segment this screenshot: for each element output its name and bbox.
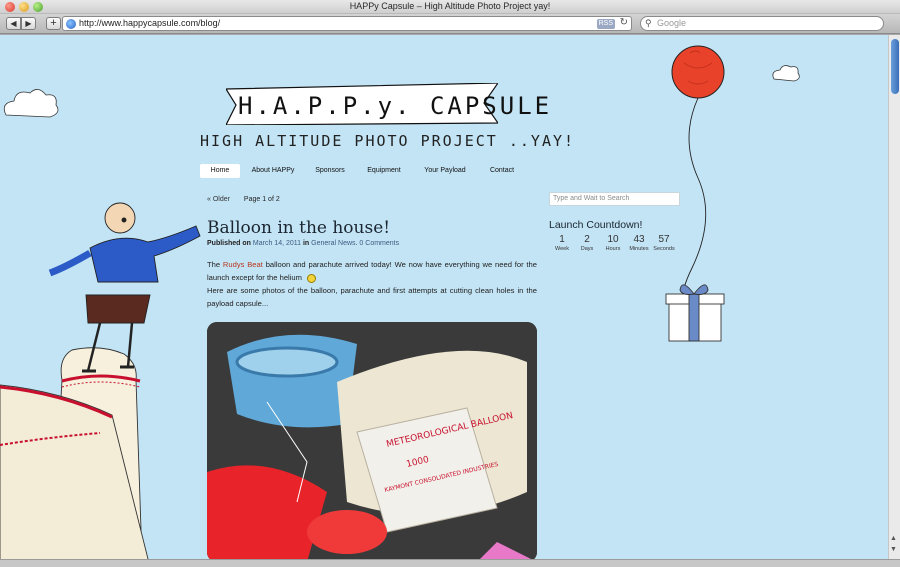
nav-home[interactable]: Home xyxy=(200,164,240,178)
search-input[interactable]: ⚲ Google xyxy=(640,16,884,31)
countdown-value: 2 xyxy=(584,234,590,245)
countdown-value: 57 xyxy=(658,234,670,245)
post-text: The xyxy=(207,260,221,269)
page-viewport: H.A.P.P.y. CAPSULE HIGH ALTITUDE PHOTO P… xyxy=(0,35,888,559)
rudys-beat-link[interactable]: Rudys Beat xyxy=(223,260,263,269)
countdown-weeks: 1 Week xyxy=(549,234,575,252)
page-info: Page 1 of 2 xyxy=(243,196,280,203)
countdown-value: 1 xyxy=(559,234,565,245)
cloud-right-icon xyxy=(772,65,800,82)
search-placeholder: Google xyxy=(657,18,687,28)
site-tagline: HIGH ALTITUDE PHOTO PROJECT ..YAY! xyxy=(200,132,576,150)
countdown-label: Days xyxy=(580,246,594,252)
countdown-label: Week xyxy=(555,246,569,252)
post-body: The Rudys Beat balloon and parachute arr… xyxy=(207,258,537,310)
scroll-up-icon[interactable]: ▲ xyxy=(890,535,897,542)
window-title: HAPPy Capsule – High Altitude Photo Proj… xyxy=(349,1,551,11)
post-date-link[interactable]: March 14, 2011 xyxy=(253,240,301,247)
smiley-icon xyxy=(307,273,317,283)
older-posts-link[interactable]: « Older xyxy=(207,196,230,203)
url-text[interactable]: http://www.happycapsule.com/blog/ xyxy=(79,18,220,28)
browser-toolbar: ◀ ▶ + http://www.happycapsule.com/blog/ … xyxy=(0,14,900,34)
sidebar-search-input[interactable]: Type and Wait to Search xyxy=(549,192,680,206)
add-bookmark-button[interactable]: + xyxy=(46,17,61,30)
post-meta-in: in xyxy=(302,240,310,247)
site-logo-text: H.A.P.P.y. CAPSULE xyxy=(238,92,553,120)
post-photo[interactable]: METEOROLOGICAL BALLOON 1000 KAYMONT CONS… xyxy=(207,322,537,559)
post-category-link[interactable]: General News xyxy=(311,240,355,247)
nav-your-payload[interactable]: Your Payload xyxy=(418,164,472,178)
rss-button[interactable]: RSS xyxy=(596,19,615,29)
countdown-seconds: 57 Seconds xyxy=(651,234,677,252)
pagination: « Older Page 1 of 2 xyxy=(207,196,280,203)
gift-box-icon xyxy=(665,284,725,342)
countdown-label: Hours xyxy=(605,246,621,252)
post-comments-link[interactable]: 0 Comments xyxy=(359,240,399,247)
nav-sponsors[interactable]: Sponsors xyxy=(308,164,352,178)
address-bar[interactable]: http://www.happycapsule.com/blog/ RSS ↻ xyxy=(62,16,632,31)
countdown-label: Minutes xyxy=(629,246,649,252)
post-paragraph-1: The Rudys Beat balloon and parachute arr… xyxy=(207,258,537,284)
countdown-value: 43 xyxy=(633,234,645,245)
balloon-package-photo: METEOROLOGICAL BALLOON 1000 KAYMONT CONS… xyxy=(207,322,537,559)
nav-contact[interactable]: Contact xyxy=(482,164,522,178)
search-icon: ⚲ xyxy=(645,18,652,28)
vertical-scrollbar[interactable]: ▲ ▼ xyxy=(888,35,900,559)
red-balloon-icon xyxy=(671,45,725,329)
countdown-title: Launch Countdown! xyxy=(549,219,643,231)
countdown-label: Seconds xyxy=(653,246,675,252)
pillar-icon xyxy=(0,347,149,559)
scroll-down-icon[interactable]: ▼ xyxy=(890,546,897,553)
cloud-left-icon xyxy=(3,89,59,118)
post-title[interactable]: Balloon in the house! xyxy=(207,218,390,238)
post-meta: Published on March 14, 2011 in General N… xyxy=(207,240,400,247)
countdown-minutes: 43 Minutes xyxy=(626,234,652,252)
countdown-value: 10 xyxy=(607,234,619,245)
post-paragraph-2: Here are some photos of the balloon, par… xyxy=(207,286,537,308)
status-bar xyxy=(0,559,900,567)
nav-equipment[interactable]: Equipment xyxy=(360,164,408,178)
globe-icon xyxy=(66,19,76,29)
forward-button[interactable]: ▶ xyxy=(21,17,36,30)
nav-about[interactable]: About HAPPy xyxy=(246,164,300,178)
countdown-days: 2 Days xyxy=(574,234,600,252)
title-bar: HAPPy Capsule – High Altitude Photo Proj… xyxy=(0,0,900,14)
reload-icon[interactable]: ↻ xyxy=(620,17,628,28)
post-meta-prefix: Published on xyxy=(207,240,251,247)
countdown-hours: 10 Hours xyxy=(600,234,626,252)
scrollbar-thumb[interactable] xyxy=(891,39,899,94)
boy-illustration-icon xyxy=(48,202,201,373)
back-button[interactable]: ◀ xyxy=(6,17,21,30)
